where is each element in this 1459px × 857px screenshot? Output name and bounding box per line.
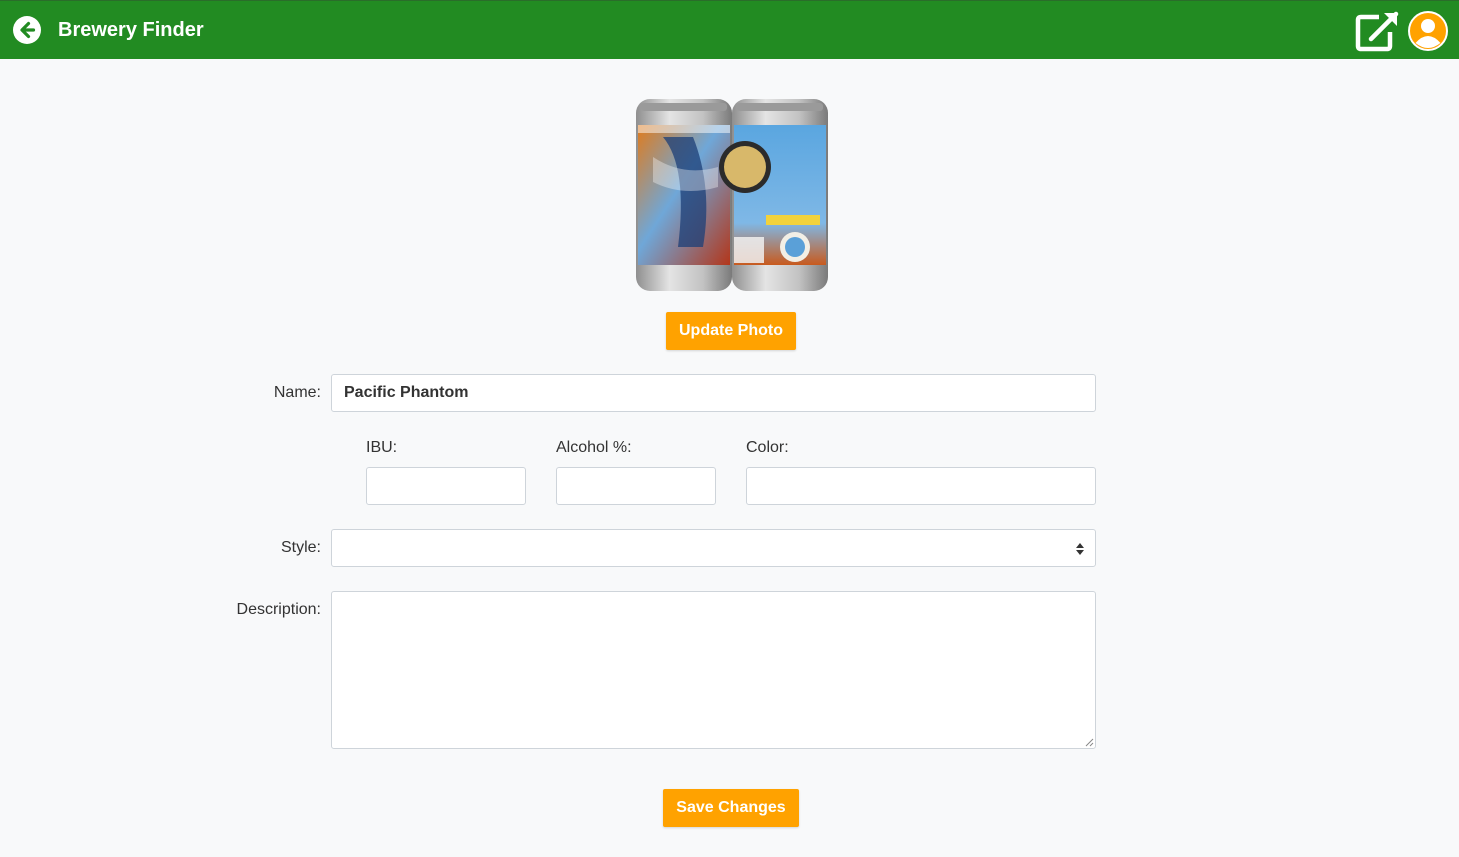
ibu-label: IBU:	[366, 439, 398, 456]
color-label: Color:	[746, 439, 789, 456]
beer-photo	[633, 97, 831, 293]
edit-button[interactable]	[1354, 10, 1400, 52]
user-circle-icon	[1408, 11, 1448, 51]
save-changes-button[interactable]: Save Changes	[663, 789, 799, 827]
back-button[interactable]	[13, 16, 41, 44]
alcohol-label: Alcohol %:	[556, 439, 632, 456]
resize-grip-icon[interactable]	[1084, 737, 1094, 747]
profile-button[interactable]	[1408, 11, 1448, 51]
app-title: Brewery Finder	[58, 19, 204, 41]
name-input[interactable]	[331, 374, 1096, 412]
description-label: Description:	[236, 601, 321, 618]
select-arrows-icon	[1076, 543, 1084, 555]
alcohol-input[interactable]	[556, 467, 716, 505]
arrow-left-circle-icon	[13, 16, 41, 44]
external-edit-icon	[1355, 11, 1399, 52]
style-select[interactable]	[331, 529, 1096, 567]
top-navbar: Brewery Finder	[0, 0, 1459, 59]
description-textarea[interactable]	[331, 591, 1096, 749]
color-input[interactable]	[746, 467, 1096, 505]
update-photo-button[interactable]: Update Photo	[666, 312, 796, 350]
ibu-input[interactable]	[366, 467, 526, 505]
beer-can-image	[636, 99, 828, 291]
name-label: Name:	[273, 384, 321, 401]
style-label: Style:	[280, 539, 321, 556]
